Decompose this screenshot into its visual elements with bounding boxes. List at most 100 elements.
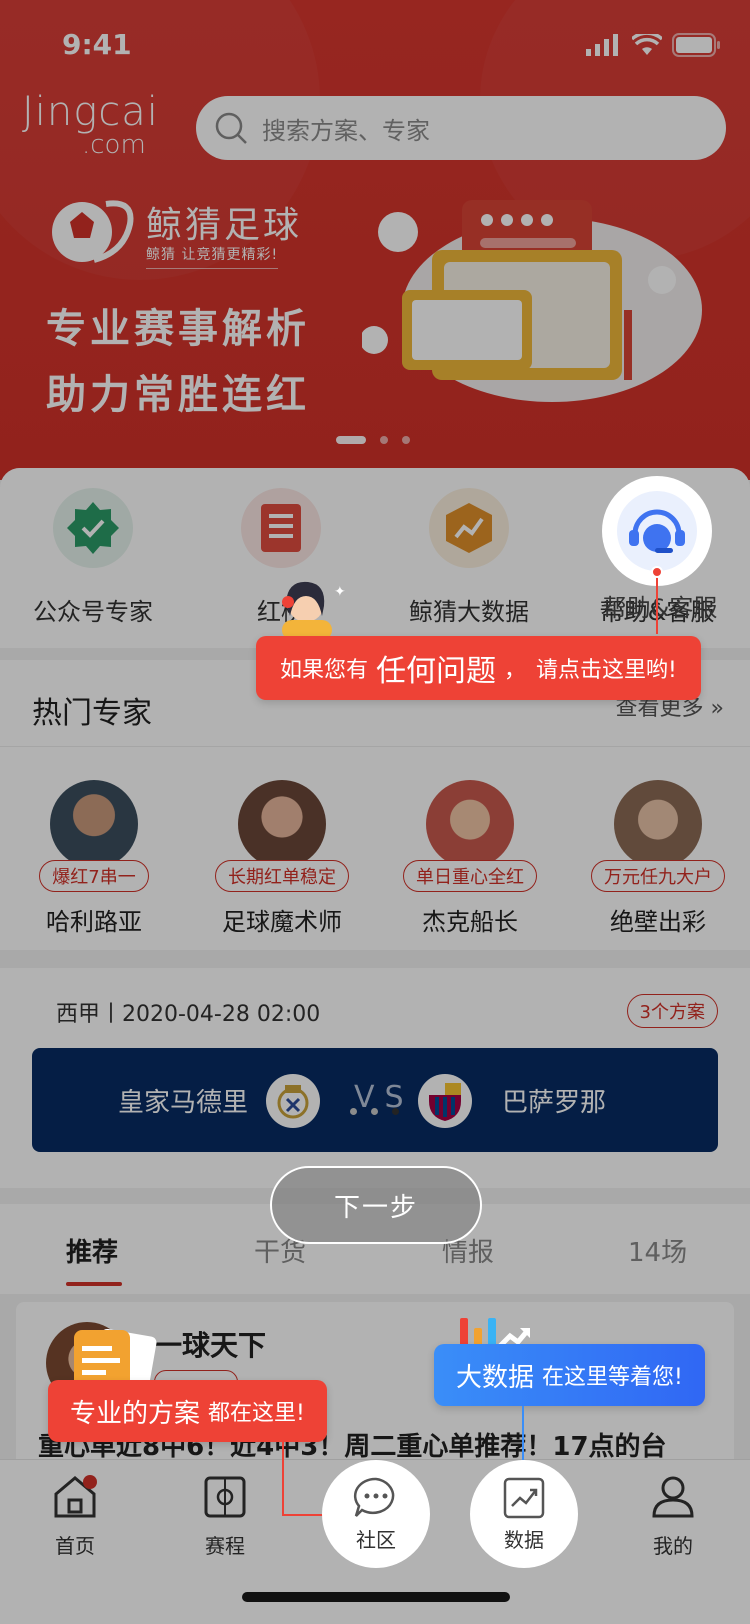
logo-text: Jingcai	[22, 89, 159, 135]
pagination-dot[interactable]	[392, 1108, 399, 1115]
signal-icon	[586, 34, 618, 56]
search-icon	[215, 112, 247, 144]
pagination-dot[interactable]	[336, 436, 366, 444]
list-doc-icon	[241, 488, 321, 568]
tip-text: 如果您有	[280, 658, 369, 683]
tip-highlight: 专业的方案	[70, 1398, 201, 1429]
tabbar-schedule[interactable]: 赛程	[180, 1474, 270, 1559]
pagination-dot[interactable]	[371, 1108, 378, 1115]
schedule-icon	[204, 1476, 246, 1518]
customer-service-icon	[617, 491, 697, 571]
banner-title-line1: 专业赛事解析	[46, 306, 310, 352]
match-league-time: 西甲丨2020-04-28 02:00	[56, 1002, 321, 1027]
expert-card[interactable]: 长期红单稳定 足球魔术师	[202, 780, 362, 937]
tab-recommend[interactable]: 推荐	[66, 1232, 118, 1269]
tip-text: 都在这里!	[208, 1401, 305, 1426]
tip-highlight: 大数据	[456, 1362, 535, 1393]
tabbar-me[interactable]: 我的	[628, 1474, 718, 1559]
svg-text:✦: ✦	[334, 584, 346, 600]
tip-connector-line	[656, 572, 658, 634]
avatar	[238, 780, 326, 868]
match-pagination	[350, 1108, 399, 1115]
tabbar-label: 首页	[55, 1534, 95, 1558]
expert-badge: 万元任九大户	[591, 860, 725, 892]
whale-logo-icon	[52, 200, 134, 263]
tabbar-label: 我的	[653, 1534, 693, 1558]
home-icon	[54, 1475, 97, 1518]
brand-slogan: 鲸猜 让竞猜更精彩!	[146, 244, 279, 269]
banner-pagination	[336, 436, 410, 444]
next-step-button[interactable]: 下一步	[270, 1166, 482, 1244]
double-chevron-right-icon: »	[710, 696, 724, 721]
user-icon	[652, 1476, 694, 1518]
quick-entry-official-experts[interactable]: 公众号专家	[8, 488, 178, 638]
header-banner: 9:41 Jingcai .com 搜索方案、专家 鲸猜足球 鲸猜 让竞猜更精彩…	[0, 0, 750, 480]
avatar	[426, 780, 514, 868]
wifi-icon	[632, 34, 662, 55]
banner-title-line2: 助力常胜连红	[46, 372, 310, 418]
quick-entry-label: 公众号专家	[33, 598, 153, 626]
data-label: 数据	[504, 1528, 544, 1552]
expert-name: 足球魔术师	[222, 908, 342, 936]
tab-active-indicator	[66, 1282, 122, 1286]
expert-card[interactable]: 万元任九大户 绝壁出彩	[578, 780, 738, 937]
divider	[0, 746, 750, 747]
tabbar-label: 赛程	[205, 1534, 245, 1558]
banner-illustration	[362, 200, 702, 402]
tab-14-matches[interactable]: 14场	[628, 1232, 687, 1269]
search-placeholder: 搜索方案、专家	[262, 116, 430, 145]
home-indicator	[242, 1592, 510, 1602]
section-title: 热门专家	[32, 696, 152, 731]
expert-name: 杰克船长	[422, 908, 518, 936]
tip-text: 在这里等着您!	[542, 1365, 683, 1390]
expert-card[interactable]: 爆红7串一 哈利路亚	[14, 780, 174, 937]
expert-badge: 单日重心全红	[403, 860, 537, 892]
search-input[interactable]: 搜索方案、专家	[196, 96, 726, 160]
expert-badge: 爆红7串一	[39, 860, 149, 892]
tip-text: ，	[504, 658, 527, 683]
away-team: 巴萨罗那	[502, 1088, 607, 1118]
data-spotlight[interactable]: 数据	[470, 1460, 578, 1568]
plans-tip-bubble: 专业的方案 都在这里!	[48, 1380, 327, 1442]
data-tip-bubble: 大数据 在这里等着您!	[434, 1344, 705, 1406]
battery-icon	[672, 33, 720, 57]
hot-experts-section: 热门专家 查看更多 » 爆红7串一 哈利路亚 长期红单稳定 足球魔术师 单日重心…	[0, 660, 750, 950]
quick-entry-big-data[interactable]: 鲸猜大数据	[384, 488, 554, 638]
trend-chart-icon	[503, 1477, 545, 1519]
match-card[interactable]: 西甲丨2020-04-28 02:00 3个方案 皇家马德里 VS 巴萨罗那	[0, 968, 750, 1188]
help-label: 帮助&客服	[602, 594, 718, 622]
help-tip-bubble: 如果您有 任何问题 ， 请点击这里哟!	[256, 636, 701, 700]
pagination-dot[interactable]	[402, 436, 410, 444]
status-icons	[586, 32, 720, 58]
logo-domain: .com	[82, 130, 146, 160]
community-spotlight[interactable]: 社区	[322, 1460, 430, 1568]
real-madrid-crest-icon	[266, 1074, 320, 1128]
pagination-dot[interactable]	[380, 436, 388, 444]
match-teams-bar[interactable]: 皇家马德里 VS 巴萨罗那	[32, 1048, 718, 1152]
community-label: 社区	[356, 1528, 396, 1552]
expert-card[interactable]: 单日重心全红 杰克船长	[390, 780, 550, 937]
brand-name: 鲸猜足球	[146, 205, 303, 246]
avatar	[50, 780, 138, 868]
status-time: 9:41	[62, 28, 132, 61]
expert-name: 哈利路亚	[46, 908, 142, 936]
service-girl-icon: ✦	[282, 581, 346, 638]
app-logo[interactable]: Jingcai .com	[22, 92, 177, 162]
quick-entry-label: 鲸猜大数据	[409, 598, 529, 626]
tip-highlight: 任何问题	[376, 654, 497, 689]
data-chart-icon	[429, 488, 509, 568]
tip-connector-line	[282, 1442, 284, 1516]
tip-text: 请点击这里哟!	[536, 658, 677, 683]
tip-connector-dot	[651, 566, 663, 578]
feed-user-name: 一球天下	[154, 1329, 267, 1362]
barcelona-crest-icon	[418, 1074, 472, 1128]
home-team: 皇家马德里	[118, 1088, 249, 1118]
plans-count-badge[interactable]: 3个方案	[626, 994, 718, 1028]
verified-badge-icon	[53, 488, 133, 568]
avatar	[614, 780, 702, 868]
expert-name: 绝壁出彩	[610, 908, 706, 936]
tabbar-home[interactable]: 首页	[30, 1474, 120, 1559]
chat-bubble-icon	[353, 1477, 395, 1517]
pagination-dot[interactable]	[350, 1108, 357, 1115]
tip-connector-line	[522, 1406, 524, 1466]
